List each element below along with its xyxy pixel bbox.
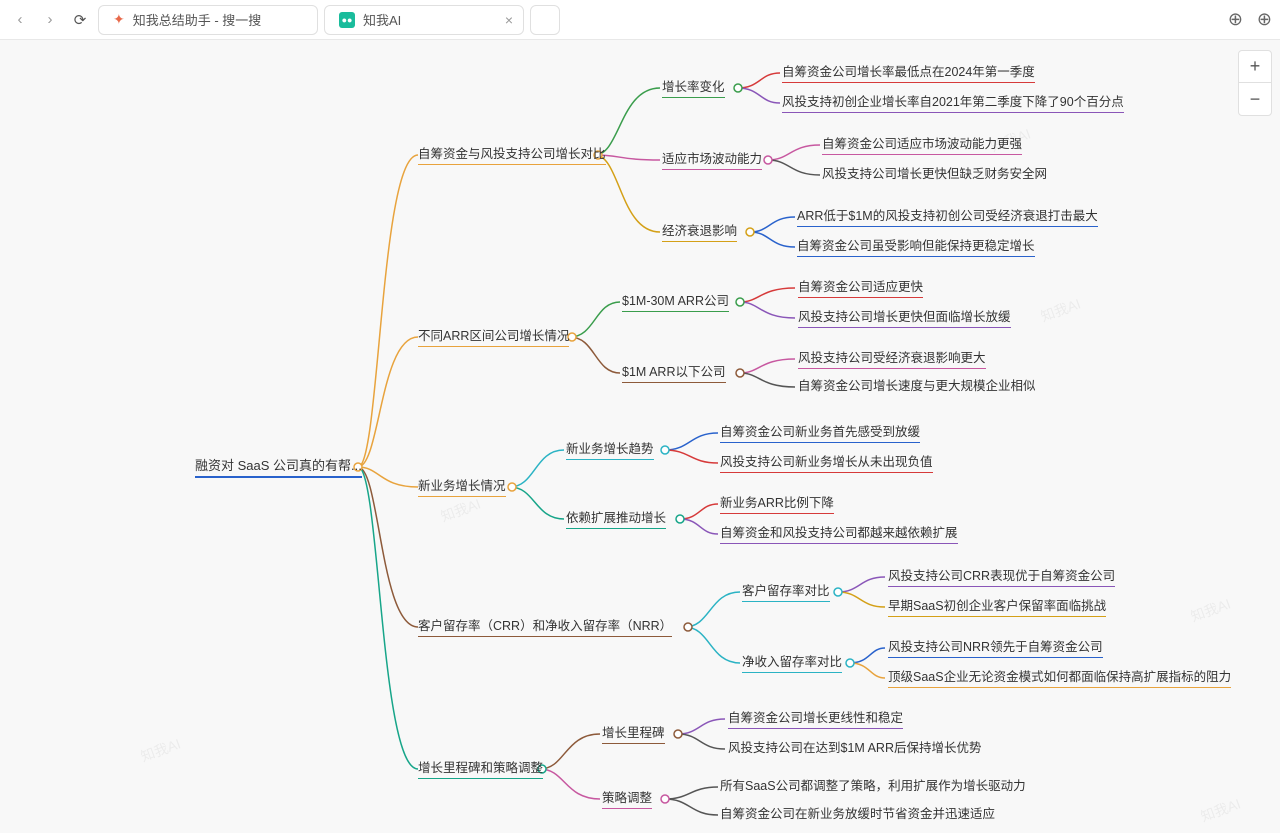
b5-s2[interactable]: 策略调整 — [602, 787, 652, 809]
leaf[interactable]: 风投支持公司新业务增长从未出现负值 — [720, 451, 933, 473]
topbar: ‹ › ⟳ ✦ 知我总结助手 - 搜一搜 ●● 知我AI × ⊕ ⊕ — [0, 0, 1280, 40]
leaf[interactable]: 自筹资金公司新业务首先感受到放缓 — [720, 421, 920, 443]
leaf[interactable]: 风投支持公司受经济衰退影响更大 — [798, 347, 986, 369]
b2-s2[interactable]: $1M ARR以下公司 — [622, 361, 726, 383]
leaf[interactable]: 自筹资金和风投支持公司都越来越依赖扩展 — [720, 522, 958, 544]
leaf[interactable]: 自筹资金公司适应市场波动能力更强 — [822, 133, 1022, 155]
mindmap-canvas[interactable]: 知我AI 知我AI 知我AI 知我AI 知我AI 知我AI + − — [0, 40, 1280, 833]
leaf[interactable]: 自筹资金公司增长率最低点在2024年第一季度 — [782, 61, 1035, 83]
b5-s1[interactable]: 增长里程碑 — [602, 722, 665, 744]
leaf[interactable]: 顶级SaaS企业无论资金模式如何都面临保持高扩展指标的阻力 — [888, 666, 1231, 688]
b4-s1[interactable]: 客户留存率对比 — [742, 580, 830, 602]
leaf[interactable]: 风投支持公司在达到$1M ARR后保持增长优势 — [728, 737, 982, 758]
leaf[interactable]: 风投支持公司CRR表现优于自筹资金公司 — [888, 565, 1115, 587]
branch-5[interactable]: 增长里程碑和策略调整 — [418, 757, 543, 779]
leaf[interactable]: 新业务ARR比例下降 — [720, 492, 834, 514]
branch-3[interactable]: 新业务增长情况 — [418, 475, 506, 497]
leaf[interactable]: 自筹资金公司适应更快 — [798, 276, 923, 298]
leaf[interactable]: 风投支持公司NRR领先于自筹资金公司 — [888, 636, 1103, 658]
leaf[interactable]: 风投支持初创企业增长率自2021年第二季度下降了90个百分点 — [782, 91, 1124, 113]
branch-4[interactable]: 客户留存率（CRR）和净收入留存率（NRR） — [418, 615, 672, 637]
branch-1[interactable]: 自筹资金与风投支持公司增长对比 — [418, 143, 606, 165]
branch-2[interactable]: 不同ARR区间公司增长情况 — [418, 325, 569, 347]
mindmap-root[interactable]: 融资对 SaaS 公司真的有帮... — [195, 455, 362, 478]
leaf[interactable]: 风投支持公司增长更快但缺乏财务安全网 — [822, 163, 1047, 184]
leaf[interactable]: 早期SaaS初创企业客户保留率面临挑战 — [888, 595, 1106, 617]
b3-s2[interactable]: 依赖扩展推动增长 — [566, 507, 666, 529]
leaf[interactable]: 所有SaaS公司都调整了策略，利用扩展作为增长驱动力 — [720, 775, 1026, 796]
search-button[interactable] — [530, 5, 560, 35]
b1-s3[interactable]: 经济衰退影响 — [662, 220, 737, 242]
leaf[interactable]: 自筹资金公司增长更线性和稳定 — [728, 707, 903, 729]
leaf[interactable]: 自筹资金公司增长速度与更大规模企业相似 — [798, 375, 1036, 396]
mindmap-connectors — [0, 40, 1280, 833]
b2-s1[interactable]: $1M-30M ARR公司 — [622, 290, 729, 312]
leaf[interactable]: ARR低于$1M的风投支持初创公司受经济衰退打击最大 — [797, 205, 1098, 227]
leaf[interactable]: 风投支持公司增长更快但面临增长放缓 — [798, 306, 1011, 328]
leaf[interactable]: 自筹资金公司虽受影响但能保持更稳定增长 — [797, 235, 1035, 257]
b1-s1[interactable]: 增长率变化 — [662, 76, 725, 98]
leaf[interactable]: 自筹资金公司在新业务放缓时节省资金并迅速适应 — [720, 803, 995, 824]
b3-s1[interactable]: 新业务增长趋势 — [566, 438, 654, 460]
b1-s2[interactable]: 适应市场波动能力 — [662, 148, 762, 170]
b4-s2[interactable]: 净收入留存率对比 — [742, 651, 842, 673]
